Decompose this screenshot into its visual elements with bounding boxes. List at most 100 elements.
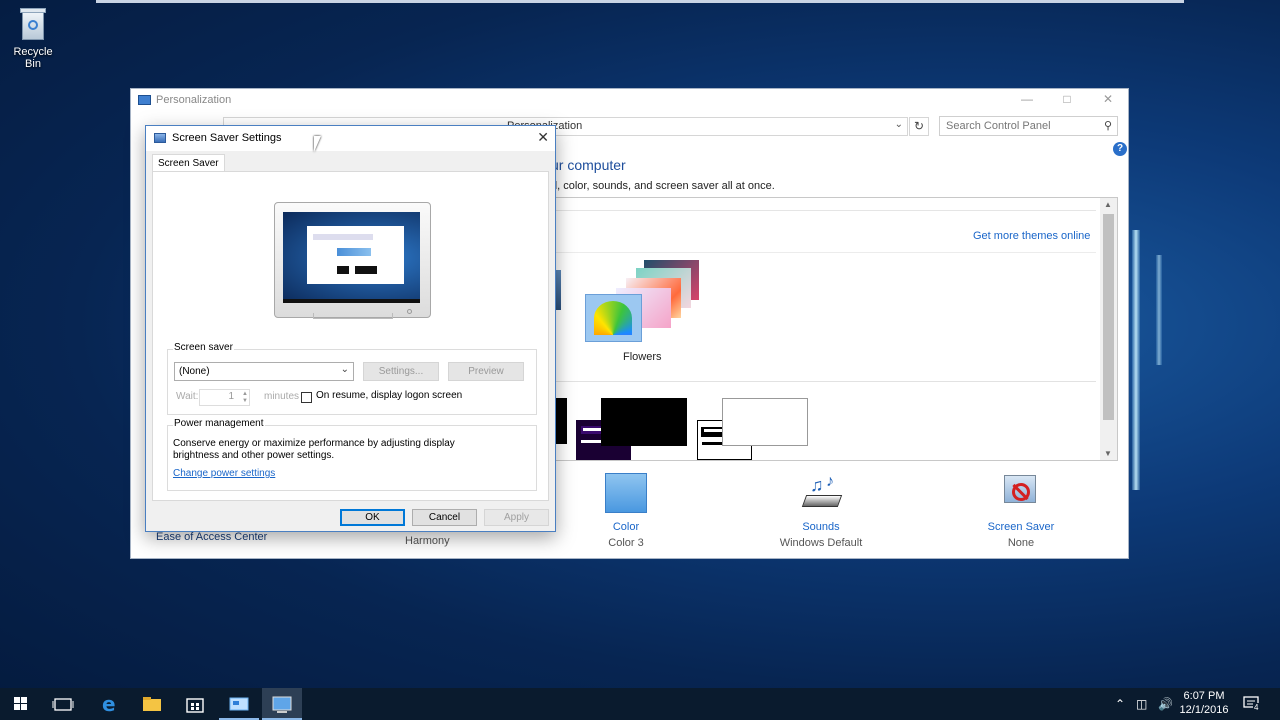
power-description: Conserve energy or maximize performance … <box>173 438 455 461</box>
search-icon[interactable]: ⚲ <box>1104 119 1112 132</box>
display-icon <box>154 133 166 143</box>
stepper-arrows-icon[interactable]: ▲ ▼ <box>242 391 248 405</box>
monitor-preview <box>274 202 431 319</box>
power-management-group: Power management Conserve energy or maxi… <box>167 418 537 491</box>
search-placeholder: Search Control Panel <box>946 120 1051 132</box>
power-management-label: Power management <box>173 418 265 429</box>
color-swatch-icon <box>605 473 647 513</box>
themes-pane: Get more themes online Flowers ▲ ▼ <box>550 197 1118 461</box>
wait-label: Wait: <box>176 391 199 402</box>
clock-date: 12/1/2016 <box>1179 704 1229 716</box>
sounds-label: Sounds <box>802 521 840 533</box>
wait-stepper[interactable]: 1 ▲ ▼ <box>199 389 250 406</box>
clock[interactable]: 6:07 PM 12/1/2016 <box>1174 689 1234 717</box>
file-explorer-button[interactable] <box>132 688 172 720</box>
screen-saver-value: None <box>1007 537 1035 549</box>
display-settings-icon <box>272 696 292 713</box>
color-value: Color 3 <box>608 537 644 549</box>
dialog-close-icon[interactable]: ✕ <box>537 129 549 146</box>
wallpaper-light-2 <box>1156 255 1162 365</box>
preview-screen <box>283 212 420 303</box>
monitor-stand <box>313 313 393 319</box>
preview-window <box>307 226 404 284</box>
chevron-down-icon[interactable]: ⌄ <box>895 119 903 130</box>
screen-saver-select[interactable]: (None) ⌄ <box>174 362 354 381</box>
recycle-bin-label: Recycle Bin <box>13 46 53 70</box>
screen-saver-setting[interactable]: Screen Saver None <box>971 473 1071 549</box>
preview-button[interactable]: Preview <box>448 362 524 381</box>
page-heading: ur computer <box>551 157 626 173</box>
screen-saver-settings-dialog: Screen Saver Settings ✕ Screen Saver Scr… <box>145 125 556 532</box>
screen-saver-label: Screen Saver <box>987 521 1055 533</box>
control-panel-icon <box>138 95 151 105</box>
task-view-icon <box>52 698 74 711</box>
change-power-settings-link[interactable]: Change power settings <box>173 468 275 479</box>
page-subheading: d, color, sounds, and screen saver all a… <box>551 180 775 192</box>
dialog-titlebar[interactable]: Screen Saver Settings ✕ <box>146 126 555 151</box>
get-more-themes-link[interactable]: Get more themes online <box>973 230 1090 242</box>
screen-saver-group-label: Screen saver <box>173 342 234 353</box>
network-icon[interactable]: ◫ <box>1136 697 1147 711</box>
dialog-title: Screen Saver Settings <box>172 132 282 144</box>
maximize-button[interactable]: □ <box>1057 92 1077 106</box>
settings-button[interactable]: Settings... <box>363 362 439 381</box>
ease-of-access-link[interactable]: Ease of Access Center <box>156 531 267 543</box>
wallpaper-light <box>1132 230 1140 490</box>
control-panel-icon <box>229 697 249 711</box>
recycle-bin-desktop-icon[interactable]: Recycle Bin <box>4 6 62 70</box>
wait-value: 1 <box>228 391 234 402</box>
sounds-icon: ♫ ♪ <box>800 473 843 513</box>
chevron-up-icon[interactable]: ⌃ <box>1115 697 1125 711</box>
minimize-button[interactable]: — <box>1017 92 1037 106</box>
windows-logo-icon <box>14 697 27 710</box>
screen-saver-icon <box>1000 473 1042 513</box>
sounds-setting[interactable]: ♫ ♪ Sounds Windows Default <box>771 473 871 549</box>
search-input[interactable]: Search Control Panel ⚲ <box>939 116 1118 136</box>
background-value: Harmony <box>405 535 450 547</box>
action-center-button[interactable]: 4 <box>1243 695 1261 712</box>
task-view-button[interactable] <box>43 688 83 720</box>
folder-icon <box>143 697 161 711</box>
ok-button[interactable]: OK <box>340 509 405 526</box>
svg-text:e: e <box>102 692 116 716</box>
taskbar: e ⌃ ◫ 🔊 6:07 PM 12/1/2016 4 <box>0 688 1280 720</box>
flower-fan-icon <box>594 301 632 335</box>
edge-icon: e <box>102 692 116 716</box>
personalization-titlebar[interactable]: Personalization — □ ✕ <box>131 89 1128 111</box>
chevron-down-icon: ⌄ <box>340 364 349 375</box>
notification-count: 4 <box>1253 703 1260 712</box>
cancel-button[interactable]: Cancel <box>412 509 477 526</box>
personalization-title: Personalization <box>156 94 232 106</box>
help-icon[interactable]: ? <box>1113 142 1127 156</box>
resume-logon-checkbox[interactable] <box>301 392 312 403</box>
start-button[interactable] <box>0 688 40 720</box>
apply-button[interactable]: Apply <box>484 509 549 526</box>
edge-button[interactable]: e <box>89 688 129 720</box>
screen-saver-taskbar-button[interactable] <box>262 688 302 720</box>
volume-icon[interactable]: 🔊 <box>1158 697 1173 711</box>
high-contrast-theme[interactable] <box>722 398 808 446</box>
scroll-up-icon[interactable]: ▲ <box>1104 200 1112 209</box>
store-button[interactable] <box>175 688 215 720</box>
color-setting[interactable]: Color Color 3 <box>586 473 666 549</box>
refresh-icon[interactable]: ↻ <box>909 117 929 136</box>
preview-taskbar <box>283 299 420 303</box>
screen-saver-group: Screen saver (None) ⌄ Settings... Previe… <box>167 342 537 415</box>
background-window-edge <box>96 0 1184 3</box>
scroll-thumb[interactable] <box>1103 214 1114 420</box>
recycle-bin-icon <box>18 6 48 42</box>
close-button[interactable]: ✕ <box>1098 92 1118 106</box>
flowers-theme-label: Flowers <box>623 351 662 363</box>
themes-scrollbar[interactable]: ▲ ▼ <box>1100 198 1117 460</box>
clock-time: 6:07 PM <box>1183 690 1225 702</box>
screen-saver-selected: (None) <box>179 366 210 377</box>
high-contrast-theme[interactable] <box>601 398 687 446</box>
sounds-value: Windows Default <box>779 537 863 549</box>
mouse-cursor <box>314 136 321 152</box>
control-panel-taskbar-button[interactable] <box>219 688 259 720</box>
flowers-theme-selected[interactable] <box>585 294 642 342</box>
color-label: Color <box>612 521 640 533</box>
scroll-down-icon[interactable]: ▼ <box>1104 449 1112 458</box>
power-led <box>407 309 412 314</box>
resume-logon-label[interactable]: On resume, display logon screen <box>316 390 462 401</box>
